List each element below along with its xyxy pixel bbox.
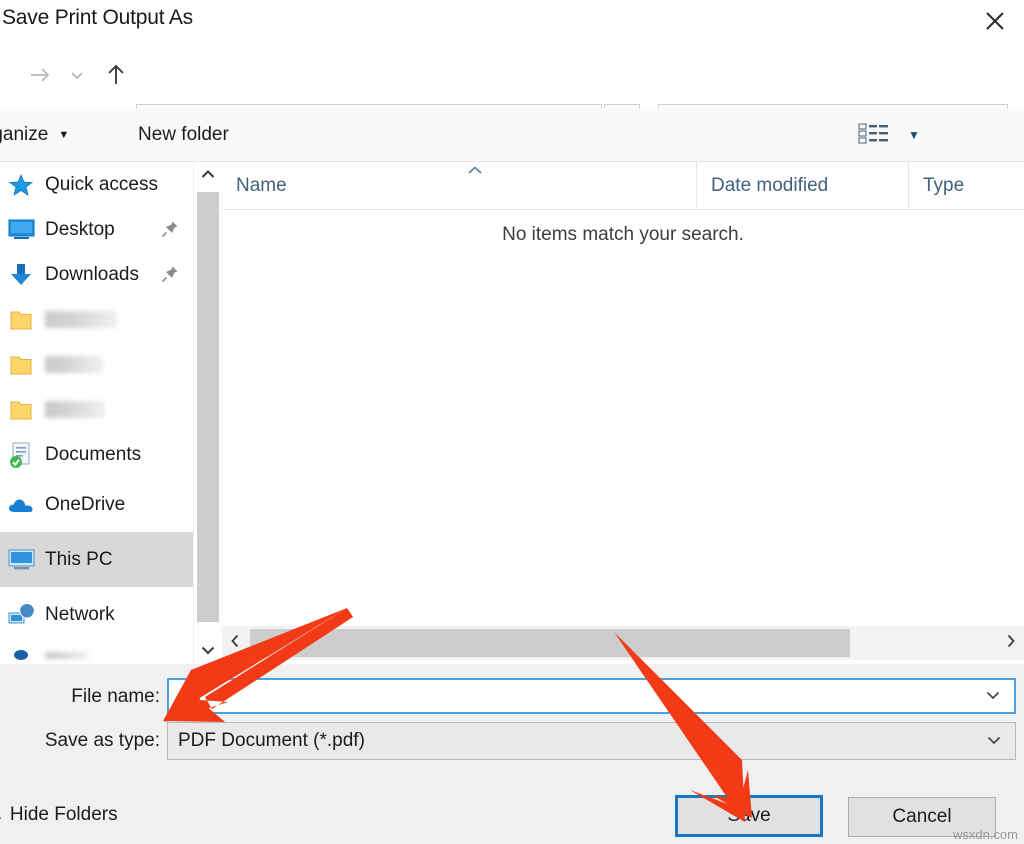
sidebar-item-onedrive[interactable]: OneDrive [0,477,193,532]
sidebar-item-label: Quick access [45,174,158,196]
scrollbar-thumb-vertical[interactable] [197,192,219,622]
sidebar-item-desktop[interactable]: Desktop [0,207,193,252]
save-as-type-combobox[interactable]: PDF Document (*.pdf) [167,722,1016,760]
chevron-down-icon [68,66,86,89]
new-folder-label: New folder [138,124,229,146]
view-mode-dropdown[interactable]: ▼ [903,126,925,144]
column-header-label: Date modified [711,175,828,197]
save-as-type-value: PDF Document (*.pdf) [178,730,365,752]
monitor-icon [6,217,36,243]
arrow-right-icon [27,63,53,92]
hide-folders-label: Hide Folders [10,804,118,826]
pin-icon[interactable] [161,265,179,288]
chevron-down-icon [984,688,1002,705]
save-as-type-label: Save as type: [0,730,160,752]
folder-icon [6,352,36,378]
arrow-left-icon [0,63,6,92]
up-button[interactable] [98,60,134,94]
pin-icon[interactable] [161,220,179,243]
organize-label: rganize [0,124,48,146]
sort-ascending-icon [466,164,484,179]
sidebar-item-label [45,401,105,418]
hide-folders-button[interactable]: ▲ Hide Folders [0,804,118,826]
sidebar-item-documents[interactable]: Documents [0,432,193,477]
sidebar-item-downloads[interactable]: Downloads [0,252,193,297]
chevron-up-icon: ▲ [0,808,4,822]
download-icon [6,262,36,288]
sidebar-scrollbar[interactable] [193,162,221,664]
sidebar-item-partial[interactable] [0,642,193,664]
chevron-right-icon [1005,633,1017,653]
filelist-horizontal-scrollbar[interactable] [222,626,1024,660]
toolbar: rganize ▼ New folder ▼ [0,108,1024,162]
chevron-up-icon [200,168,216,183]
scroll-down-button[interactable] [194,638,222,664]
star-icon [6,172,36,198]
file-name-input[interactable] [177,682,967,710]
monitor-icon [6,547,36,573]
sidebar-item-label: This PC [45,549,113,571]
file-list[interactable]: Name Date modified Type No items match y… [222,162,1024,624]
sidebar-item-label: OneDrive [45,494,125,516]
save-as-type-dropdown-button[interactable] [977,723,1011,759]
save-button[interactable]: Save [675,795,823,837]
sidebar-item-network[interactable]: Network [0,587,193,642]
scroll-up-button[interactable] [194,162,222,188]
close-button[interactable] [966,0,1024,42]
file-name-combobox[interactable] [167,678,1016,714]
arrow-up-icon [104,62,128,93]
empty-state-message: No items match your search. [222,224,1024,246]
column-header-type[interactable]: Type [908,162,1024,210]
back-button[interactable] [0,60,12,94]
save-dialog: Save Print Output As [0,0,1024,844]
close-icon [984,10,1006,32]
documents-icon [6,442,36,468]
sidebar-item-label: Documents [45,444,141,466]
sidebar-item-quick-access[interactable]: Quick access [0,162,193,207]
column-header-date-modified[interactable]: Date modified [696,162,908,210]
chevron-down-icon [200,644,216,659]
recent-locations-button[interactable] [62,60,92,94]
scroll-left-button[interactable] [222,626,248,660]
sidebar-item-this-pc[interactable]: This PC [0,532,193,587]
navigation-sidebar[interactable]: Quick access Desktop [0,162,193,664]
navigation-bar: › This PC › Desktop [0,46,1024,108]
cloud-icon [6,492,36,518]
folder-icon [6,397,36,423]
chevron-down-icon: ▼ [58,129,69,141]
chevron-down-icon [985,733,1003,750]
watermark: wsxdn.com [953,827,1018,842]
new-folder-button[interactable]: New folder [128,118,239,152]
sidebar-item-folder-3[interactable] [0,387,193,432]
scroll-right-button[interactable] [998,626,1024,660]
sidebar-item-label: Network [45,604,115,626]
sidebar-item-folder-1[interactable] [0,297,193,342]
column-header-row: Name Date modified Type [222,162,1024,210]
folder-icon [6,307,36,333]
forward-button[interactable] [22,60,58,94]
sidebar-item-label [45,356,103,373]
cloud-icon [6,648,36,662]
view-layout-icon [858,121,892,150]
file-name-label: File name: [0,686,160,708]
file-name-dropdown-button[interactable] [976,680,1010,712]
title-bar: Save Print Output As [0,0,1024,46]
column-header-label: Type [923,175,964,197]
column-header-name[interactable]: Name [222,162,696,210]
sidebar-item-label: Desktop [45,219,115,241]
sidebar-item-label [45,652,89,659]
view-mode-button[interactable] [858,122,892,148]
scrollbar-thumb-horizontal[interactable] [250,629,850,657]
page-title: Save Print Output As [2,6,193,30]
sidebar-item-label [45,311,117,328]
column-header-label: Name [236,175,287,197]
organize-button[interactable]: rganize ▼ [0,118,79,152]
network-icon [6,602,36,628]
sidebar-item-label: Downloads [45,264,139,286]
sidebar-item-folder-2[interactable] [0,342,193,387]
chevron-left-icon [229,633,241,653]
